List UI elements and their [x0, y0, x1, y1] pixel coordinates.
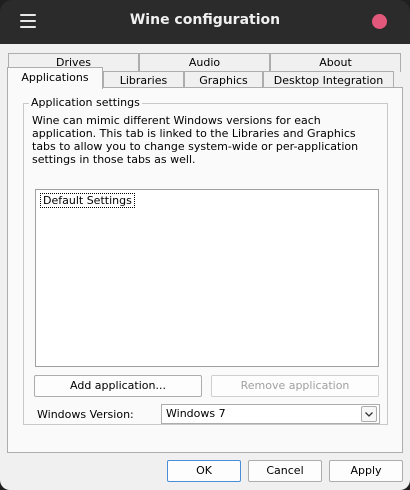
windows-version-label: Windows Version: — [37, 408, 134, 421]
application-settings-group: Application settings Wine can mimic diff… — [23, 96, 388, 425]
windows-version-value: Windows 7 — [166, 407, 226, 420]
apply-button[interactable]: Apply — [329, 460, 403, 482]
windows-version-select[interactable]: Windows 7 — [161, 404, 380, 424]
close-button[interactable] — [372, 14, 387, 29]
description-text: Wine can mimic different Windows version… — [32, 114, 359, 166]
dialog-client-area: Drives Audio About Applications Librarie… — [0, 44, 410, 490]
add-application-button[interactable]: Add application... — [34, 375, 202, 397]
tab-panel-applications: Application settings Wine can mimic diff… — [7, 87, 403, 453]
tab-audio[interactable]: Audio — [139, 53, 270, 72]
window-title: Wine configuration — [129, 12, 281, 28]
remove-application-button[interactable]: Remove application — [211, 375, 379, 397]
tab-applications[interactable]: Applications — [7, 67, 103, 89]
tab-about[interactable]: About — [270, 53, 401, 72]
chevron-down-icon[interactable] — [361, 406, 377, 422]
group-title: Application settings — [29, 96, 142, 109]
ok-button[interactable]: OK — [167, 460, 241, 482]
cancel-button[interactable]: Cancel — [248, 460, 322, 482]
list-item[interactable]: Default Settings — [40, 193, 135, 208]
application-list[interactable]: Default Settings — [35, 189, 379, 367]
title-bar: Wine configuration — [0, 0, 410, 44]
